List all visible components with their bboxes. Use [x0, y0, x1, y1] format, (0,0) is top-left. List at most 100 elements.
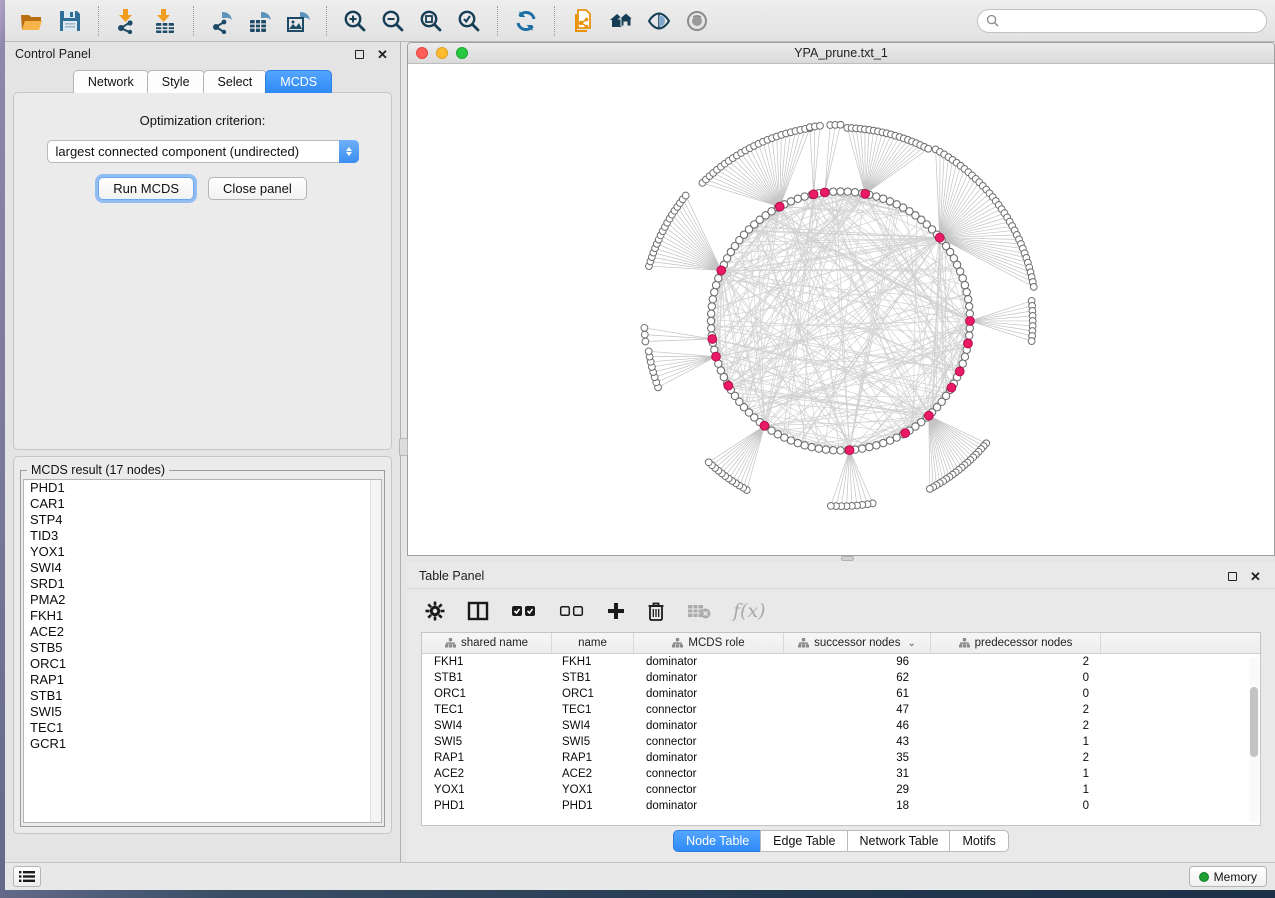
open-file-button[interactable]	[13, 4, 51, 38]
zoom-out-button[interactable]	[374, 4, 412, 38]
tab-node-table[interactable]: Node Table	[673, 830, 762, 852]
column-header-mcds_role[interactable]: MCDS role	[634, 633, 784, 653]
cell-successor_nodes: 61	[784, 686, 931, 702]
mcds-result-item[interactable]: ORC1	[24, 656, 381, 672]
cell-successor_nodes: 46	[784, 718, 931, 734]
tab-select[interactable]: Select	[203, 70, 268, 93]
tab-mcds[interactable]: MCDS	[265, 70, 332, 93]
float-table-panel-button[interactable]	[1225, 569, 1240, 584]
horizontal-splitter[interactable]	[407, 556, 1275, 562]
zoom-selected-button[interactable]	[450, 4, 488, 38]
table-options-button[interactable]	[425, 601, 445, 621]
column-header-name[interactable]: name	[552, 633, 634, 653]
table-row[interactable]: RAP1RAP1dominator352	[422, 750, 1260, 766]
create-column-button[interactable]	[607, 602, 625, 620]
mcds-result-item[interactable]: PMA2	[24, 592, 381, 608]
network-window-title: YPA_prune.txt_1	[408, 46, 1274, 60]
mcds-result-item[interactable]: TEC1	[24, 720, 381, 736]
mcds-result-item[interactable]: CAR1	[24, 496, 381, 512]
mcds-result-title: MCDS result (17 nodes)	[27, 463, 169, 477]
mcds-result-item[interactable]: STB5	[24, 640, 381, 656]
save-session-button[interactable]	[51, 4, 89, 38]
select-all-button[interactable]	[511, 604, 537, 618]
scrollbar-thumb[interactable]	[1250, 687, 1258, 757]
cell-name: TEC1	[552, 702, 634, 718]
mcds-result-item[interactable]: PHD1	[24, 480, 381, 496]
mcds-result-item[interactable]: SRD1	[24, 576, 381, 592]
table-panel-title: Table Panel	[419, 569, 1217, 583]
table-row[interactable]: SWI5SWI5connector431	[422, 734, 1260, 750]
close-panel-button[interactable]: ✕	[375, 47, 390, 62]
table-panel: Table Panel ✕	[407, 562, 1275, 862]
import-table-button[interactable]	[146, 4, 184, 38]
export-table-button[interactable]	[241, 4, 279, 38]
run-mcds-button[interactable]: Run MCDS	[98, 177, 194, 200]
tab-edge-table[interactable]: Edge Table	[760, 830, 848, 852]
cell-successor_nodes: 43	[784, 734, 931, 750]
horizontal-splitter-handle[interactable]	[841, 556, 854, 561]
mcds-result-item[interactable]: GCR1	[24, 736, 381, 752]
deselect-all-button[interactable]	[559, 604, 585, 618]
network-canvas[interactable]	[408, 64, 1274, 555]
attribute-group-icon	[672, 638, 683, 648]
cell-successor_nodes: 35	[784, 750, 931, 766]
show-details-button[interactable]	[678, 4, 716, 38]
search-input[interactable]	[1004, 14, 1258, 28]
zoom-in-button[interactable]	[336, 4, 374, 38]
cell-shared_name: ACE2	[422, 766, 552, 782]
mcds-result-item[interactable]: STP4	[24, 512, 381, 528]
hide-details-button[interactable]	[640, 4, 678, 38]
search-field[interactable]	[977, 9, 1267, 33]
vertical-splitter-handle[interactable]	[399, 438, 408, 456]
memory-label: Memory	[1214, 870, 1257, 884]
float-panel-button[interactable]	[352, 47, 367, 62]
mcds-result-item[interactable]: FKH1	[24, 608, 381, 624]
table-row[interactable]: FKH1FKH1dominator962	[422, 654, 1260, 670]
task-history-button[interactable]	[13, 866, 41, 887]
criterion-label: Optimization criterion:	[14, 113, 391, 128]
table-row[interactable]: SWI4SWI4dominator462	[422, 718, 1260, 734]
table-toolbar: f(x)	[407, 588, 1275, 632]
column-header-predecessor_nodes[interactable]: predecessor nodes	[931, 633, 1101, 653]
table-row[interactable]: TEC1TEC1connector472	[422, 702, 1260, 718]
hide-details-icon	[646, 8, 672, 34]
column-header-shared_name[interactable]: shared name	[422, 633, 552, 653]
mcds-result-item[interactable]: ACE2	[24, 624, 381, 640]
table-row[interactable]: ACE2ACE2connector311	[422, 766, 1260, 782]
cell-predecessor_nodes: 2	[931, 718, 1101, 734]
mcds-result-item[interactable]: TID3	[24, 528, 381, 544]
optimization-criterion-select[interactable]: largest connected component (undirected)	[47, 140, 359, 163]
cell-shared_name: STB1	[422, 670, 552, 686]
tab-motifs[interactable]: Motifs	[949, 830, 1008, 852]
mcds-result-item[interactable]: STB1	[24, 688, 381, 704]
delete-column-button[interactable]	[647, 601, 665, 621]
table-row[interactable]: ORC1ORC1dominator610	[422, 686, 1260, 702]
import-network-button[interactable]	[108, 4, 146, 38]
mcds-result-item[interactable]: SWI5	[24, 704, 381, 720]
export-image-button[interactable]	[279, 4, 317, 38]
table-row[interactable]: YOX1YOX1connector291	[422, 782, 1260, 798]
apply-layout-button[interactable]	[507, 4, 545, 38]
zoom-fit-button[interactable]	[412, 4, 450, 38]
column-header-successor_nodes[interactable]: successor nodes⌄	[784, 633, 931, 653]
clone-network-button[interactable]	[564, 4, 602, 38]
memory-button[interactable]: Memory	[1189, 866, 1267, 887]
close-panel-button[interactable]: Close panel	[208, 177, 307, 200]
close-table-panel-button[interactable]: ✕	[1248, 569, 1263, 584]
list-scrollbar[interactable]	[370, 480, 381, 822]
show-column-button[interactable]	[467, 601, 489, 621]
show-all-panels-button[interactable]	[602, 4, 640, 38]
table-scrollbar[interactable]	[1249, 657, 1259, 823]
mcds-result-item[interactable]: YOX1	[24, 544, 381, 560]
tab-network[interactable]: Network	[73, 70, 149, 93]
tab-style[interactable]: Style	[147, 70, 205, 93]
table-row[interactable]: STB1STB1dominator620	[422, 670, 1260, 686]
cell-successor_nodes: 96	[784, 654, 931, 670]
table-row[interactable]: PHD1PHD1dominator180	[422, 798, 1260, 814]
mcds-result-item[interactable]: SWI4	[24, 560, 381, 576]
mcds-result-list[interactable]: PHD1CAR1STP4TID3YOX1SWI4SRD1PMA2FKH1ACE2…	[23, 479, 382, 823]
tab-network-table[interactable]: Network Table	[847, 830, 952, 852]
cell-name: YOX1	[552, 782, 634, 798]
mcds-result-item[interactable]: RAP1	[24, 672, 381, 688]
export-network-button[interactable]	[203, 4, 241, 38]
